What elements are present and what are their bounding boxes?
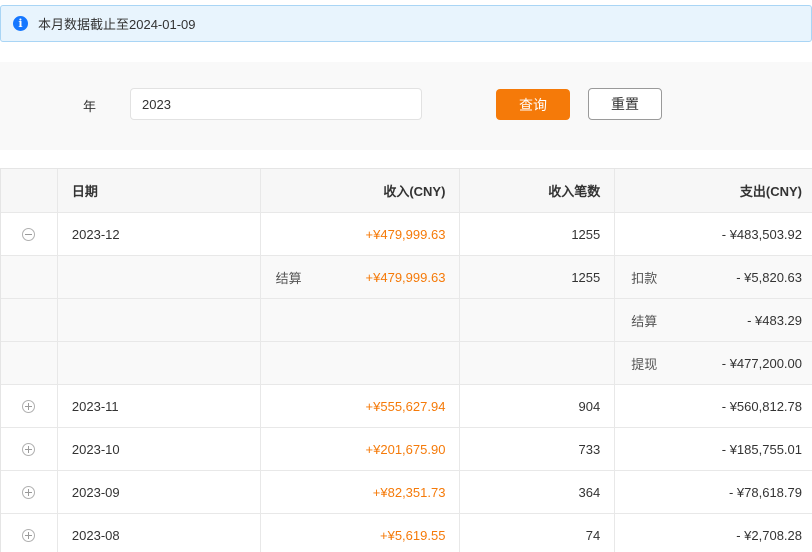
row-count: 74 <box>460 514 616 552</box>
row-expense: - ¥2,708.28 <box>736 527 802 543</box>
detail-expense: - ¥5,820.63 <box>736 269 802 285</box>
row-expense: - ¥560,812.78 <box>721 398 802 414</box>
detail-expense: - ¥483.29 <box>747 312 802 328</box>
row-date: 2023-08 <box>58 514 261 552</box>
expand-row-icon[interactable] <box>22 442 36 456</box>
table-header: 日期 收入(CNY) 收入笔数 支出(CNY) <box>1 169 812 213</box>
row-income: +¥555,627.94 <box>261 385 461 427</box>
row-count: 904 <box>460 385 616 427</box>
row-expense: - ¥483,503.92 <box>721 226 802 242</box>
year-label: 年 <box>83 99 97 114</box>
detail-count <box>460 342 616 384</box>
alert-text: 本月数据截止至2024-01-09 <box>38 17 196 32</box>
row-count: 364 <box>460 471 616 513</box>
detail-row: 提现 - ¥477,200.00 <box>1 342 812 385</box>
detail-count: 1255 <box>460 256 616 298</box>
expand-column-header <box>1 169 58 212</box>
row-date: 2023-12 <box>58 213 261 255</box>
row-count: 1255 <box>460 213 616 255</box>
row-expense: - ¥78,618.79 <box>728 484 802 500</box>
query-button[interactable]: 查询 <box>496 89 570 120</box>
expand-row-icon[interactable] <box>22 485 36 499</box>
table-row: 2023-11 +¥555,627.94 904 - ¥560,812.78 <box>1 385 812 428</box>
detail-expense-type: 扣款 <box>631 270 658 286</box>
count-column-header: 收入笔数 <box>460 169 616 212</box>
table-row: 2023-08 +¥5,619.55 74 - ¥2,708.28 <box>1 514 812 552</box>
expense-column-header: 支出(CNY) <box>615 169 812 212</box>
expense-header-label: 支出(CNY) <box>739 184 802 199</box>
info-alert: i 本月数据截止至2024-01-09 <box>0 5 812 42</box>
table-row: 2023-09 +¥82,351.73 364 - ¥78,618.79 <box>1 471 812 514</box>
row-income: +¥479,999.63 <box>261 213 461 255</box>
expand-row-icon[interactable] <box>22 528 36 542</box>
expand-row-icon[interactable] <box>22 399 36 413</box>
date-column-header: 日期 <box>58 169 261 212</box>
detail-expense: - ¥477,200.00 <box>721 355 802 371</box>
row-income: +¥5,619.55 <box>261 514 461 552</box>
row-date: 2023-10 <box>58 428 261 470</box>
row-date: 2023-09 <box>58 471 261 513</box>
row-income: +¥201,675.90 <box>261 428 461 470</box>
info-icon: i <box>13 16 28 31</box>
monthly-table: 日期 收入(CNY) 收入笔数 支出(CNY) 2023-12 +¥479,99… <box>0 168 812 552</box>
detail-count <box>460 299 616 341</box>
detail-row: 结算 +¥479,999.63 1255 扣款 - ¥5,820.63 <box>1 256 812 299</box>
row-count: 733 <box>460 428 616 470</box>
row-income: +¥82,351.73 <box>261 471 461 513</box>
collapse-row-icon[interactable] <box>22 227 36 241</box>
year-input[interactable] <box>130 88 422 120</box>
detail-expense-type: 提现 <box>631 356 658 372</box>
detail-income: +¥479,999.63 <box>365 269 446 285</box>
table-row: 2023-10 +¥201,675.90 733 - ¥185,755.01 <box>1 428 812 471</box>
row-date: 2023-11 <box>58 385 261 427</box>
table-row: 2023-12 +¥479,999.63 1255 - ¥483,503.92 <box>1 213 812 256</box>
income-column-header: 收入(CNY) <box>261 169 461 212</box>
reset-button[interactable]: 重置 <box>588 88 662 120</box>
search-form: 年 查询 重置 <box>0 62 812 150</box>
detail-income-type: 结算 <box>275 270 302 286</box>
row-expense: - ¥185,755.01 <box>721 441 802 457</box>
detail-row: 结算 - ¥483.29 <box>1 299 812 342</box>
detail-expense-type: 结算 <box>631 313 658 329</box>
